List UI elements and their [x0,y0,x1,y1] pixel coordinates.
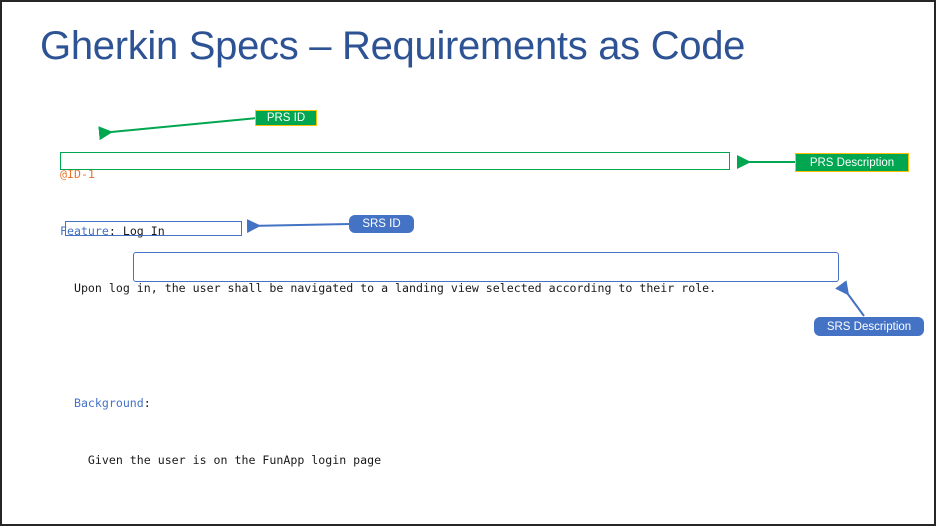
code-line-blank-2 [60,510,910,524]
gherkin-code-block: @ID-1 Feature: Log In Upon log in, the u… [60,124,910,524]
code-line-background: Background: [60,396,910,410]
feature-keyword: Feature [60,224,109,239]
feature-name: : Log In [108,224,165,239]
code-line-blank-1 [60,338,910,352]
page-title: Gherkin Specs – Requirements as Code [40,24,746,68]
callout-srs-id[interactable]: SRS ID [349,215,414,233]
code-line-background-given: Given the user is on the FunApp login pa… [60,453,910,467]
feature-description: Upon log in, the user shall be navigated… [73,281,717,296]
background-given-step: Given the user is on the FunApp login pa… [60,452,382,467]
code-line-feature-description: Upon log in, the user shall be navigated… [60,281,910,295]
code-line-feature-tag: @ID-1 [60,167,910,181]
callout-prs-id[interactable]: PRS ID [255,110,317,126]
background-colon: : [143,395,151,410]
slide-canvas: Gherkin Specs – Requirements as Code @ID… [0,0,936,526]
callout-srs-description[interactable]: SRS Description [814,317,924,336]
code-line-feature: Feature: Log In [60,224,910,238]
feature-tag: @ID-1 [60,166,95,181]
background-keyword: Background [73,395,144,410]
callout-prs-description[interactable]: PRS Description [795,153,909,172]
